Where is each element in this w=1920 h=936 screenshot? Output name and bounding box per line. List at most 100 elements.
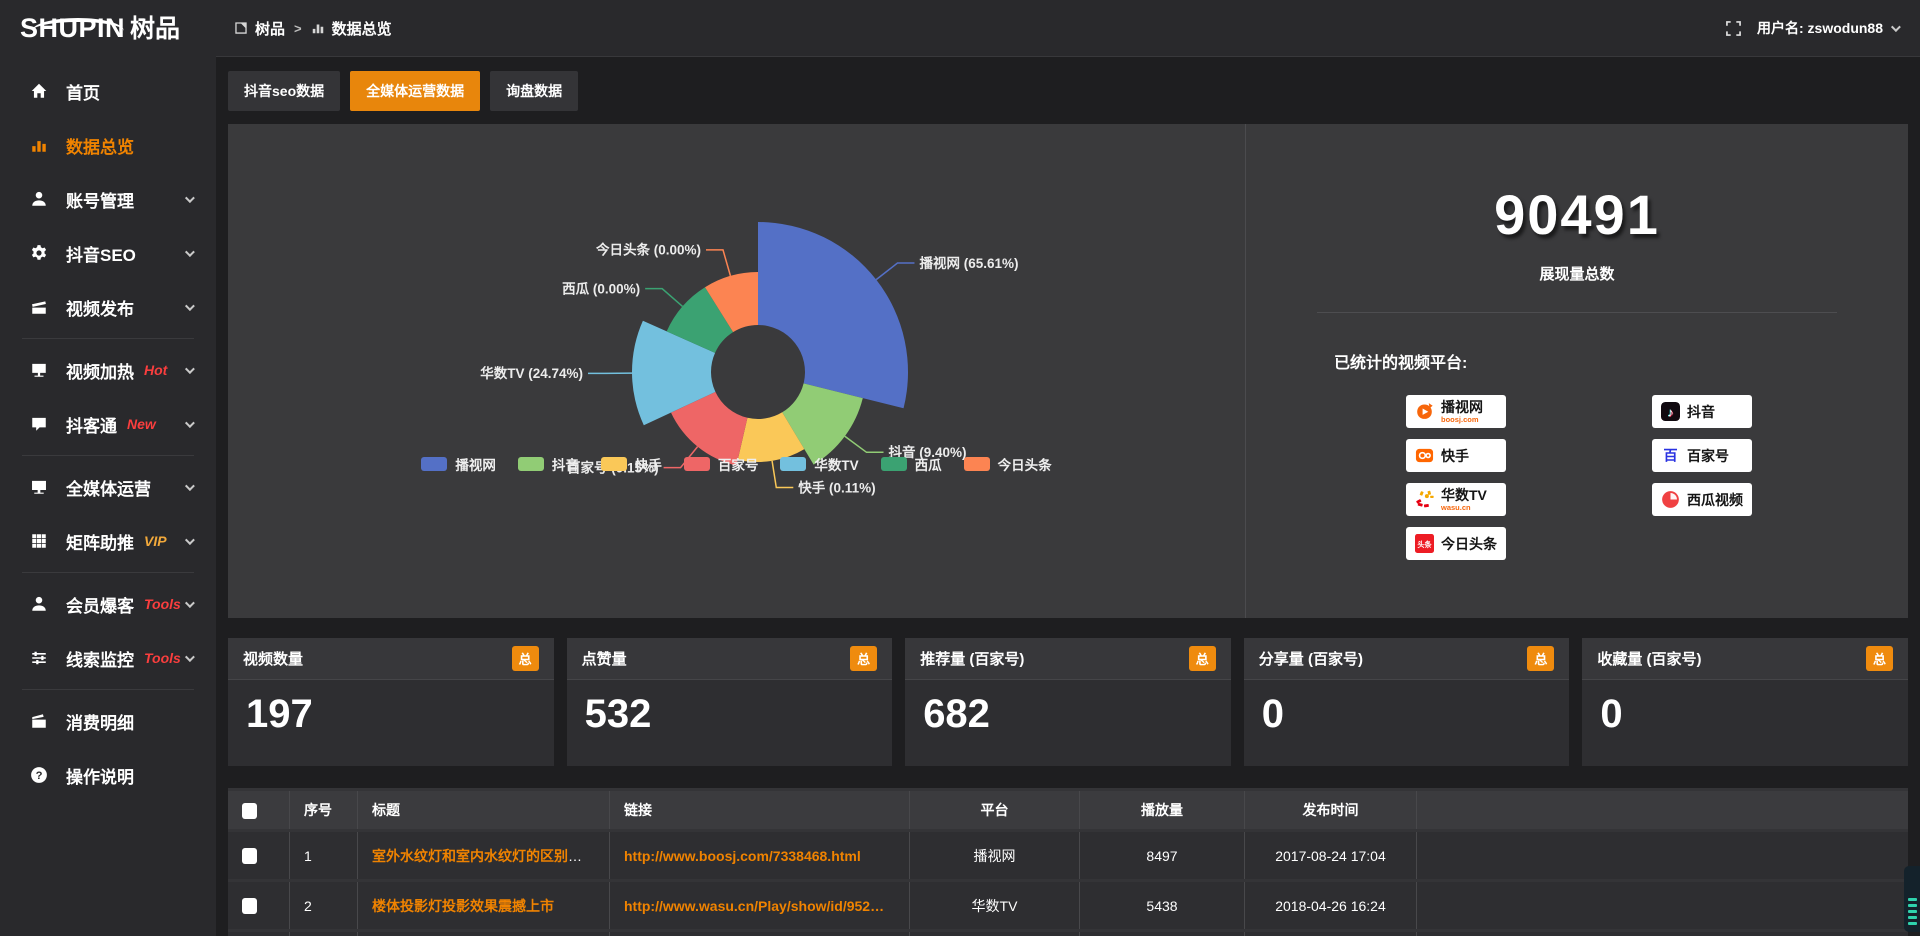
- column-header-platform: 平台: [910, 791, 1080, 829]
- total-badge[interactable]: 总: [512, 646, 539, 671]
- pie-slice-0[interactable]: [758, 222, 908, 408]
- legend-item-播视网[interactable]: 播视网: [421, 454, 496, 474]
- cell-index: [290, 932, 358, 936]
- legend-item-百家号[interactable]: 百家号: [684, 454, 759, 474]
- sidebar-item-tag: Tools: [144, 650, 181, 666]
- sidebar-item-video-publish[interactable]: 视频发布: [0, 280, 216, 334]
- platform-name: 百家号: [1687, 449, 1729, 463]
- cell-plays: 5438: [1080, 882, 1245, 929]
- cell-checkbox: [228, 832, 290, 879]
- platform-badge-kuaishou: 快手: [1406, 439, 1506, 472]
- sidebar-item-home[interactable]: 首页: [0, 64, 216, 118]
- platform-badge-toutiao: 头条今日头条: [1406, 527, 1506, 560]
- rose-chart-area: 播视网 (65.61%)抖音 (9.40%)快手 (0.11%)百家号 (0.1…: [228, 124, 1245, 618]
- platform-badge-douyin: ♪♪♪抖音: [1652, 395, 1752, 428]
- total-impressions-label: 展现量总数: [1246, 263, 1908, 284]
- widget-dash: [1908, 916, 1917, 919]
- cell-platform: [910, 932, 1080, 936]
- legend-swatch: [518, 457, 544, 471]
- user-icon: [30, 190, 50, 208]
- sidebar-item-label: 视频加热: [66, 358, 134, 383]
- help-icon: ?: [30, 766, 50, 784]
- sidebar-item-member-baoke[interactable]: 会员爆客Tools: [0, 577, 216, 631]
- user-menu[interactable]: 用户名: zswodun88: [1757, 18, 1898, 38]
- total-badge[interactable]: 总: [1866, 646, 1893, 671]
- sidebar-item-lead-monitoring[interactable]: 线索监控Tools: [0, 631, 216, 685]
- table-row: [228, 932, 1908, 936]
- url-link[interactable]: http://www.wasu.cn/Play/show/id/952…: [624, 898, 884, 914]
- sidebar-item-operation-guide[interactable]: ?操作说明: [0, 748, 216, 802]
- pie-label: 华数TV (24.74%): [480, 365, 583, 381]
- stat-card-header: 推荐量 (百家号) 总: [905, 638, 1231, 680]
- tab-douyin-seo-data[interactable]: 抖音seo数据: [228, 71, 340, 111]
- legend-item-今日头条[interactable]: 今日头条: [964, 454, 1052, 474]
- sidebar-divider: [22, 338, 194, 339]
- videos-table: 序号标题链接平台播放量发布时间 1室外水纹灯和室内水纹灯的区别和简介http:/…: [228, 788, 1908, 936]
- stat-card-title: 推荐量 (百家号): [920, 648, 1024, 669]
- sidebar-item-video-heating[interactable]: 视频加热Hot: [0, 343, 216, 397]
- url-link[interactable]: http://www.boosj.com/7338468.html: [624, 848, 861, 864]
- title-link[interactable]: 楼体投影灯投影效果震撼上市: [372, 898, 554, 914]
- widget-dash: [1908, 898, 1917, 901]
- tab-inquiry-data[interactable]: 询盘数据: [490, 71, 578, 111]
- sidebar-item-douketong[interactable]: 抖客通New: [0, 397, 216, 451]
- sidebar: 首页数据总览账号管理抖音SEO视频发布视频加热Hot抖客通New 全媒体运营矩阵助…: [0, 56, 216, 936]
- stat-card-favorite-count: 收藏量 (百家号)总0: [1582, 638, 1908, 766]
- stat-card-value: 532: [567, 680, 893, 766]
- cell-checkbox: [228, 882, 290, 929]
- baijiahao-logo: 百: [1661, 446, 1680, 465]
- chevron-down-icon: [185, 247, 195, 257]
- table-body: 1室外水纹灯和室内水纹灯的区别和简介http://www.boosj.com/7…: [228, 832, 1908, 936]
- stat-card-recommend-count: 推荐量 (百家号)总682: [905, 638, 1231, 766]
- svg-text:百: 百: [1663, 448, 1677, 465]
- platform-name: 今日头条: [1441, 537, 1497, 551]
- row-checkbox[interactable]: [242, 898, 257, 914]
- select-all-checkbox[interactable]: [242, 803, 257, 819]
- cell-checkbox: [228, 932, 290, 936]
- legend-item-快手[interactable]: 快手: [601, 454, 662, 474]
- stat-card-value: 197: [228, 680, 554, 766]
- total-badge[interactable]: 总: [1189, 646, 1216, 671]
- sidebar-item-omnimedia-operation[interactable]: 全媒体运营: [0, 460, 216, 514]
- chevron-down-icon: [185, 652, 195, 662]
- stat-card-share-count: 分享量 (百家号)总0: [1244, 638, 1570, 766]
- widget-dash: [1908, 904, 1917, 907]
- total-badge[interactable]: 总: [850, 646, 877, 671]
- column-header-index: 序号: [290, 791, 358, 829]
- sidebar-item-label: 数据总览: [66, 133, 134, 158]
- legend-item-华数TV[interactable]: 华数TV: [780, 454, 858, 474]
- legend-item-抖音[interactable]: 抖音: [518, 454, 579, 474]
- pie-label: 播视网 (65.61%): [919, 255, 1018, 271]
- total-badge[interactable]: 总: [1527, 646, 1554, 671]
- username-label: 用户名: zswodun88: [1757, 18, 1883, 38]
- title-link[interactable]: 室外水纹灯和室内水纹灯的区别和简介: [372, 848, 610, 864]
- row-checkbox[interactable]: [242, 848, 257, 864]
- platform-subtext: wasu.cn: [1441, 504, 1487, 512]
- platform-logos-column-left: 播视网boosj.com快手华数TVwasu.cn头条今日头条: [1406, 395, 1506, 560]
- videos-table-wrap: 序号标题链接平台播放量发布时间 1室外水纹灯和室内水纹灯的区别和简介http:/…: [228, 788, 1908, 936]
- table-row: 1室外水纹灯和室内水纹灯的区别和简介http://www.boosj.com/7…: [228, 832, 1908, 879]
- pie-label-line: [845, 436, 884, 452]
- stat-card-title: 收藏量 (百家号): [1597, 648, 1701, 669]
- sidebar-item-tag: Tools: [144, 596, 181, 612]
- stat-card-title: 点赞量: [582, 648, 627, 669]
- stat-card-like-count: 点赞量 总 532: [567, 638, 893, 766]
- legend-swatch: [601, 457, 627, 471]
- tab-omnimedia-operation-data[interactable]: 全媒体运营数据: [350, 71, 480, 111]
- sidebar-item-douyin-seo[interactable]: 抖音SEO: [0, 226, 216, 280]
- side-float-widget[interactable]: [1904, 866, 1920, 932]
- sidebar-item-account-management[interactable]: 账号管理: [0, 172, 216, 226]
- tab-bar: 抖音seo数据全媒体运营数据询盘数据: [228, 71, 1908, 111]
- sidebar-item-tag: VIP: [144, 533, 167, 549]
- kuaishou-logo: [1415, 446, 1434, 465]
- sidebar-item-matrix-boost[interactable]: 矩阵助推VIP: [0, 514, 216, 568]
- column-header-checkbox: [228, 791, 290, 829]
- screen-icon: [30, 361, 50, 379]
- sidebar-item-consumption-details[interactable]: 消费明细: [0, 694, 216, 748]
- legend-item-西瓜[interactable]: 西瓜: [881, 454, 942, 474]
- cell-time: 2017-08-24 17:04: [1245, 832, 1417, 879]
- sidebar-item-data-overview[interactable]: 数据总览: [0, 118, 216, 172]
- stat-card-value: 0: [1244, 680, 1570, 766]
- breadcrumb-item[interactable]: 树品: [255, 18, 285, 39]
- fullscreen-icon[interactable]: [1726, 21, 1741, 36]
